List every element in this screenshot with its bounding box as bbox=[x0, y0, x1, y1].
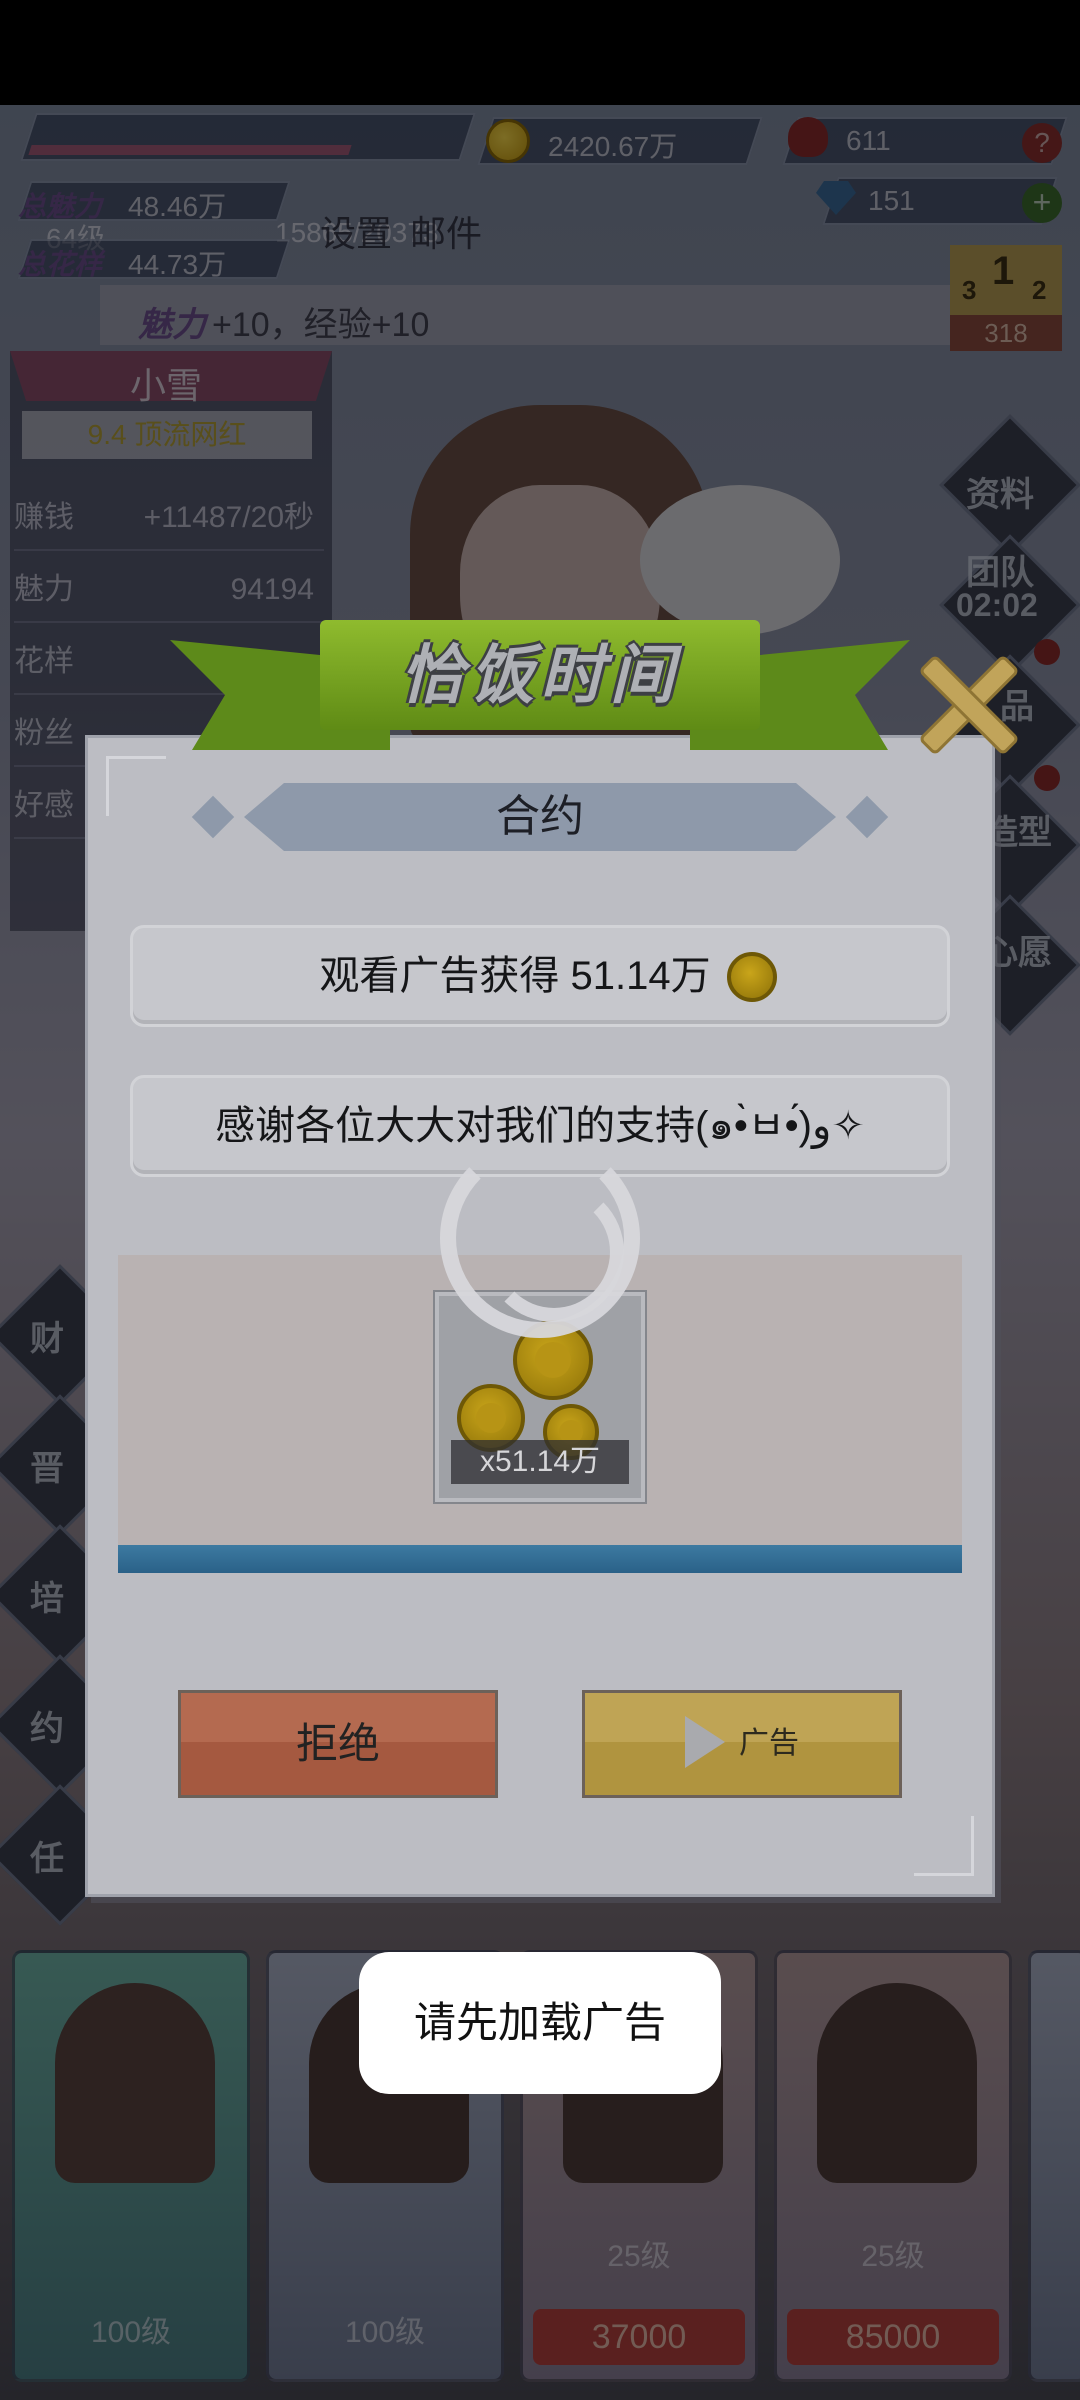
dialog-corner bbox=[106, 756, 166, 816]
reject-button[interactable]: 拒绝 bbox=[178, 1690, 498, 1798]
loading-spinner-icon bbox=[440, 1138, 640, 1338]
reward-quantity: x51.14万 bbox=[451, 1440, 629, 1484]
reward-panel-footer bbox=[118, 1545, 962, 1573]
section-title: 合约 bbox=[496, 792, 584, 841]
gold-coin-icon bbox=[727, 952, 777, 1002]
dialog-banner: 恰饭时间 bbox=[170, 610, 910, 750]
play-icon bbox=[685, 1716, 725, 1769]
reward-message-box: 观看广告获得 51.14万 bbox=[130, 925, 950, 1027]
toast-message: 请先加载广告 bbox=[359, 1952, 721, 2094]
dialog-corner bbox=[914, 1816, 974, 1876]
reward-message: 观看广告获得 51.14万 bbox=[319, 954, 711, 998]
watch-ad-button[interactable]: 广告 bbox=[582, 1690, 902, 1798]
dialog-title: 恰饭时间 bbox=[400, 639, 680, 711]
reject-label: 拒绝 bbox=[295, 1720, 380, 1767]
close-button[interactable] bbox=[912, 650, 1022, 760]
ad-label: 广告 bbox=[739, 1727, 799, 1760]
